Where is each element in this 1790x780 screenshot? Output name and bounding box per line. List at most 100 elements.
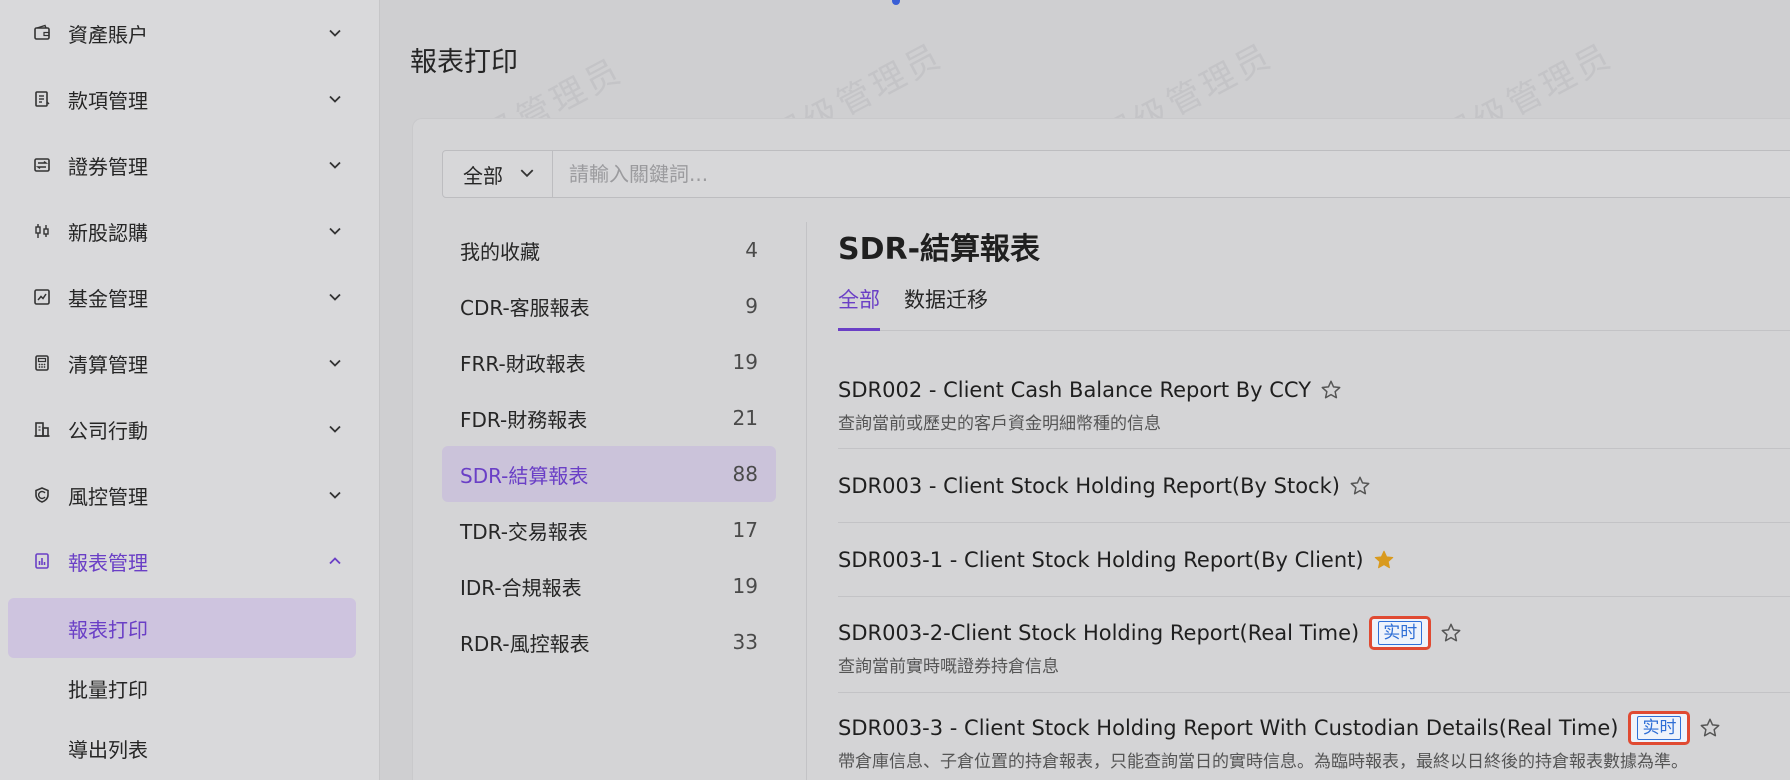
- divider: [838, 522, 1790, 523]
- category-count: 9: [745, 294, 758, 318]
- sidebar-subitem-report-print[interactable]: 報表打印: [8, 598, 356, 658]
- category-item-idr[interactable]: IDR-合規報表 19: [442, 558, 776, 614]
- report-title[interactable]: SDR003-1 - Client Stock Holding Report(B…: [838, 548, 1364, 572]
- sidebar-item-fund-management[interactable]: 款項管理: [0, 66, 380, 132]
- category-item-rdr[interactable]: RDR-風控報表 33: [442, 614, 776, 670]
- chevron-down-icon: [326, 222, 344, 240]
- sidebar-item-corporate-actions[interactable]: 公司行動: [0, 396, 380, 462]
- report-title[interactable]: SDR003 - Client Stock Holding Report(By …: [838, 474, 1340, 498]
- sidebar-item-asset-accounts[interactable]: 資產賬户: [0, 0, 380, 66]
- sidebar-subitem-label: 批量打印: [68, 677, 148, 702]
- report-title[interactable]: SDR003-3 - Client Stock Holding Report W…: [838, 716, 1618, 740]
- chevron-up-icon: [326, 552, 344, 570]
- category-item-sdr[interactable]: SDR-結算報表 88: [442, 446, 776, 502]
- tab-all[interactable]: 全部: [838, 284, 880, 314]
- building-icon: [32, 419, 52, 439]
- realtime-badge-label: 实时: [1378, 621, 1423, 645]
- category-label: IDR-合規報表: [460, 575, 582, 600]
- divider: [838, 596, 1790, 597]
- report-description: 查詢當前或歷史的客戶資金明細幣種的信息: [838, 414, 1161, 434]
- chevron-down-icon: [326, 24, 344, 42]
- category-count: 4: [745, 238, 758, 262]
- sidebar: 資產賬户 款項管理 證券管理 新股認購 基金管理 清算管理 公司行動 風控管理 …: [0, 0, 380, 780]
- chevron-down-icon: [326, 486, 344, 504]
- sidebar-subitem-batch-print[interactable]: 批量打印: [8, 658, 356, 718]
- loading-indicator: [892, 0, 900, 5]
- sidebar-item-reports[interactable]: 報表管理: [0, 528, 380, 594]
- exchange-icon: [32, 155, 52, 175]
- chevron-down-icon: [326, 288, 344, 306]
- shield-icon: [32, 485, 52, 505]
- report-item[interactable]: SDR003-2-Client Stock Holding Report(Rea…: [838, 616, 1790, 677]
- sidebar-item-label: 公司行動: [68, 418, 148, 443]
- category-label: SDR-結算報表: [460, 463, 589, 488]
- category-item-favorites[interactable]: 我的收藏 4: [442, 222, 776, 278]
- realtime-badge: 实时: [1628, 711, 1691, 745]
- category-count: 17: [732, 518, 758, 542]
- sidebar-item-label: 報表管理: [68, 550, 148, 575]
- category-label: RDR-風控報表: [460, 631, 590, 656]
- category-count: 19: [732, 350, 758, 374]
- ledger-icon: [32, 89, 52, 109]
- report-title[interactable]: SDR003-2-Client Stock Holding Report(Rea…: [838, 621, 1359, 645]
- sidebar-item-risk-control[interactable]: 風控管理: [0, 462, 380, 528]
- category-count: 19: [732, 574, 758, 598]
- category-item-tdr[interactable]: TDR-交易報表 17: [442, 502, 776, 558]
- star-filled-icon[interactable]: [1372, 548, 1396, 572]
- chevron-down-icon: [326, 354, 344, 372]
- star-outline-icon[interactable]: [1698, 716, 1722, 740]
- sidebar-item-label: 清算管理: [68, 352, 148, 377]
- page-title: 報表打印: [410, 47, 518, 78]
- calculator-icon: [32, 353, 52, 373]
- sidebar-subitem-export-list[interactable]: 導出列表: [8, 718, 356, 778]
- wallet-icon: [32, 23, 52, 43]
- sidebar-item-label: 證券管理: [68, 154, 148, 179]
- realtime-badge-label: 实时: [1637, 716, 1682, 740]
- star-outline-icon[interactable]: [1439, 621, 1463, 645]
- category-count: 88: [732, 462, 758, 486]
- category-label: FRR-財政報表: [460, 351, 586, 376]
- chevron-down-icon: [326, 90, 344, 108]
- search-scope-select[interactable]: 全部: [443, 151, 553, 197]
- category-label: 我的收藏: [460, 239, 540, 264]
- report-title[interactable]: SDR002 - Client Cash Balance Report By C…: [838, 378, 1311, 402]
- divider: [806, 222, 807, 780]
- sidebar-item-clearing[interactable]: 清算管理: [0, 330, 380, 396]
- tabs-border: [838, 330, 1790, 331]
- sidebar-item-ipo-subscription[interactable]: 新股認購: [0, 198, 380, 264]
- sidebar-item-label: 款項管理: [68, 88, 148, 113]
- sidebar-item-label: 基金管理: [68, 286, 148, 311]
- sidebar-item-label: 新股認購: [68, 220, 148, 245]
- chart-line-icon: [32, 287, 52, 307]
- sidebar-item-securities[interactable]: 證券管理: [0, 132, 380, 198]
- category-label: CDR-客服報表: [460, 295, 590, 320]
- sidebar-item-fund[interactable]: 基金管理: [0, 264, 380, 330]
- section-title: SDR-結算報表: [838, 232, 1041, 267]
- category-count: 21: [732, 406, 758, 430]
- category-item-cdr[interactable]: CDR-客服報表 9: [442, 278, 776, 334]
- search-bar: 全部: [442, 150, 1790, 198]
- divider: [838, 448, 1790, 449]
- star-outline-icon[interactable]: [1348, 474, 1372, 498]
- report-item[interactable]: SDR003-3 - Client Stock Holding Report W…: [838, 711, 1790, 772]
- report-description: 查詢當前實時嘅證券持倉信息: [838, 657, 1059, 677]
- sidebar-subitem-label: 報表打印: [68, 617, 148, 642]
- category-item-fdr[interactable]: FDR-財務報表 21: [442, 390, 776, 446]
- category-count: 33: [732, 630, 758, 654]
- search-scope-value: 全部: [463, 163, 503, 188]
- sidebar-item-label: 風控管理: [68, 484, 148, 509]
- realtime-badge: 实时: [1369, 616, 1432, 650]
- report-item[interactable]: SDR002 - Client Cash Balance Report By C…: [838, 373, 1790, 434]
- report-item[interactable]: SDR003-1 - Client Stock Holding Report(B…: [838, 543, 1790, 577]
- category-item-frr[interactable]: FRR-財政報表 19: [442, 334, 776, 390]
- tab-data-migration[interactable]: 数据迁移: [904, 284, 988, 314]
- active-tab-indicator: [838, 328, 880, 331]
- sidebar-item-label: 資產賬户: [68, 22, 148, 47]
- report-chart-icon: [32, 551, 52, 571]
- category-label: FDR-財務報表: [460, 407, 588, 432]
- search-input[interactable]: [555, 152, 1790, 196]
- divider: [838, 692, 1790, 693]
- report-item[interactable]: SDR003 - Client Stock Holding Report(By …: [838, 469, 1790, 503]
- star-outline-icon[interactable]: [1319, 378, 1343, 402]
- chevron-down-icon: [326, 156, 344, 174]
